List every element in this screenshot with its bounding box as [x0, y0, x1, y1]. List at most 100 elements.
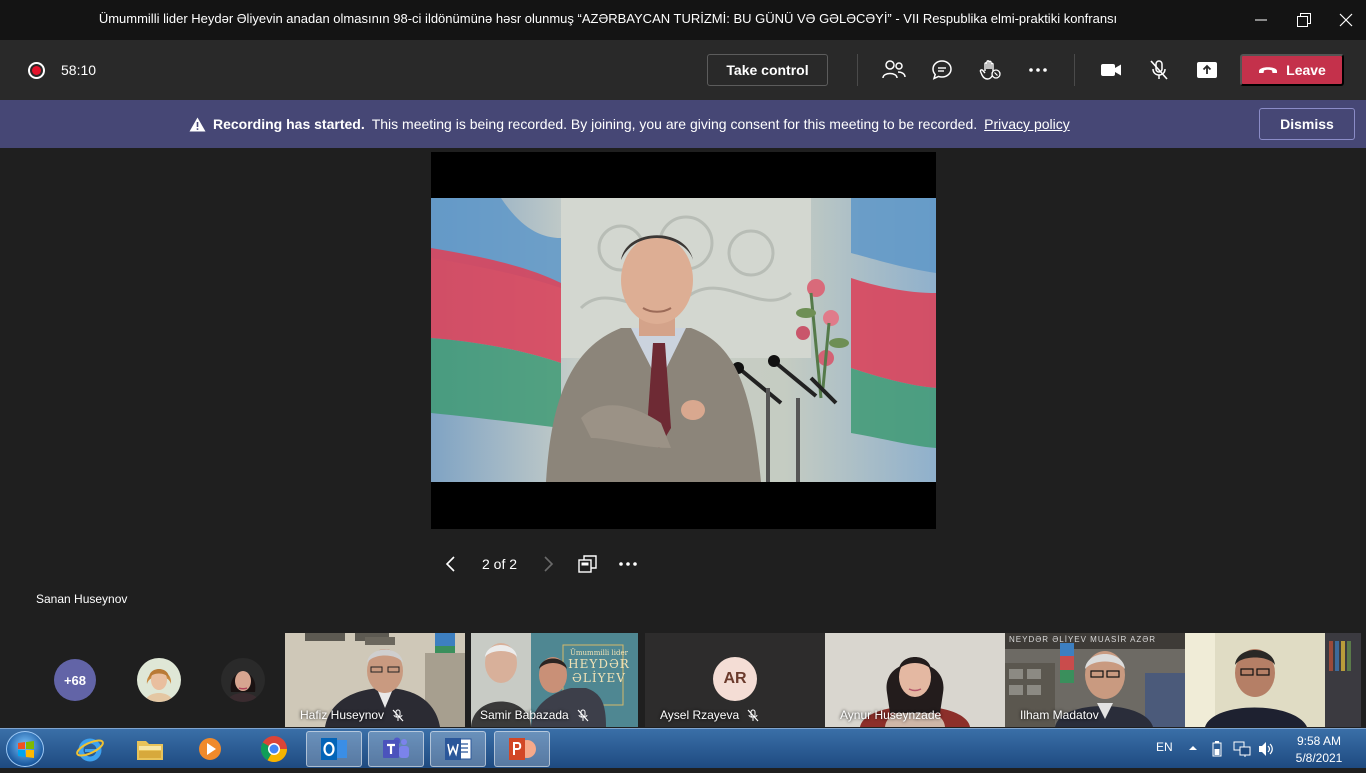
- participant-tile[interactable]: Ümummilli lider HEYDƏR ƏLİYEV Samir Baba…: [471, 633, 638, 727]
- internet-explorer-taskbar-button[interactable]: [62, 731, 118, 767]
- book-cover-text: Ümummilli lider HEYDƏR ƏLİYEV: [568, 649, 630, 685]
- more-icon: [1029, 68, 1047, 72]
- participant-name: Aysel Rzayeva: [660, 708, 759, 722]
- camera-button[interactable]: [1097, 56, 1125, 84]
- raise-hand-button[interactable]: [976, 56, 1004, 84]
- windows-logo-icon: [18, 741, 34, 758]
- media-player-taskbar-button[interactable]: [182, 731, 238, 767]
- meeting-toolbar: 58:10 Take control Leave: [0, 40, 1366, 100]
- pop-out-icon: [578, 555, 597, 573]
- speaker-video-image: [431, 198, 936, 482]
- outlook-icon: [321, 738, 347, 760]
- participant-tile[interactable]: [1185, 633, 1361, 727]
- previous-page-button[interactable]: [443, 552, 459, 576]
- volume-icon[interactable]: [1258, 741, 1274, 757]
- microphone-muted-icon: [577, 709, 589, 721]
- clock-date[interactable]: 5/8/2021: [1289, 751, 1349, 765]
- clock-time[interactable]: 9:58 AM: [1289, 734, 1349, 748]
- page-indicator: 2 of 2: [482, 556, 518, 572]
- next-page-button[interactable]: [540, 552, 556, 576]
- shared-content: [431, 152, 936, 529]
- avatar[interactable]: [137, 658, 181, 702]
- chrome-taskbar-button[interactable]: [246, 731, 302, 767]
- participant-name: Hafiz Huseynov: [300, 708, 404, 722]
- minimize-button[interactable]: [1246, 8, 1276, 32]
- take-control-button[interactable]: Take control: [707, 54, 828, 86]
- leave-button[interactable]: Leave: [1240, 54, 1344, 86]
- folder-icon: [137, 741, 163, 760]
- participant-avatar-image: [221, 658, 265, 702]
- participant-tile[interactable]: Aynur Huseynzade: [825, 633, 1005, 727]
- maximize-button[interactable]: [1289, 8, 1319, 32]
- microphone-muted-icon: [1150, 60, 1168, 80]
- banner-text: This meeting is being recorded. By joini…: [371, 116, 978, 132]
- more-actions-button[interactable]: [1024, 56, 1052, 84]
- chat-button[interactable]: [928, 56, 956, 84]
- toolbar-divider: [1074, 54, 1075, 86]
- microphone-button[interactable]: [1145, 56, 1173, 84]
- participant-name: Samir Babazada: [480, 708, 589, 722]
- participant-tile[interactable]: NEYDƏR ƏLİYEV MUASİR AZƏR Ilham Madatov: [1005, 633, 1185, 727]
- recording-icon: [28, 62, 45, 79]
- shared-video-frame: [431, 198, 936, 482]
- avatar-initials: AR: [713, 657, 757, 701]
- hang-up-icon: [1259, 67, 1278, 73]
- more-participants-badge[interactable]: +68: [54, 659, 96, 701]
- word-taskbar-button[interactable]: [430, 731, 486, 767]
- banner-title: Recording has started.: [213, 116, 365, 132]
- internet-explorer-icon: [76, 738, 104, 762]
- microphone-muted-icon: [747, 709, 759, 721]
- raise-hand-icon: [979, 60, 1001, 80]
- participant-tile[interactable]: AR Aysel Rzayeva: [645, 633, 825, 727]
- word-icon: [445, 738, 472, 760]
- participant-avatar-image: [137, 658, 181, 702]
- chat-icon: [932, 60, 952, 80]
- camera-icon: [1101, 64, 1121, 76]
- teams-icon: [383, 737, 409, 758]
- battery-icon[interactable]: [1211, 741, 1223, 757]
- share-tray-icon: [1197, 62, 1217, 78]
- participant-tile[interactable]: Hafiz Huseynov: [285, 633, 465, 727]
- minimize-icon: [1255, 19, 1267, 21]
- close-button[interactable]: [1331, 8, 1361, 32]
- chevron-left-icon: [445, 556, 455, 572]
- show-hidden-icons-icon[interactable]: [1188, 745, 1198, 751]
- file-explorer-taskbar-button[interactable]: [122, 731, 178, 767]
- leave-label: Leave: [1286, 62, 1326, 78]
- teams-taskbar-button[interactable]: [368, 731, 424, 767]
- windows-taskbar: EN 9:58 AM 5/8/2021: [0, 728, 1366, 768]
- participants-button[interactable]: [880, 56, 908, 84]
- title-bar: Ümummilli lider Heydər Əliyevin anadan o…: [0, 0, 1366, 40]
- share-button[interactable]: [1193, 56, 1221, 84]
- powerpoint-taskbar-button[interactable]: [494, 731, 550, 767]
- background-banner-text: NEYDƏR ƏLİYEV MUASİR AZƏR: [1009, 635, 1157, 644]
- microphone-muted-icon: [392, 709, 404, 721]
- privacy-policy-link[interactable]: Privacy policy: [984, 116, 1070, 132]
- meeting-timer: 58:10: [61, 62, 97, 78]
- participant-name: Ilham Madatov: [1020, 708, 1099, 722]
- avatar[interactable]: [221, 658, 265, 702]
- powerpoint-icon: [509, 738, 536, 760]
- pop-out-button[interactable]: [578, 552, 598, 576]
- stage-more-button[interactable]: [618, 552, 638, 576]
- participant-video-image: [1185, 633, 1361, 727]
- restore-icon: [1297, 13, 1311, 27]
- dismiss-button[interactable]: Dismiss: [1259, 108, 1355, 140]
- chrome-icon: [260, 736, 288, 763]
- recording-banner: Recording has started. This meeting is b…: [0, 100, 1366, 148]
- close-icon: [1339, 13, 1353, 27]
- warning-icon: [189, 117, 206, 131]
- banner-message: Recording has started. This meeting is b…: [189, 116, 1070, 132]
- participant-name: Aynur Huseynzade: [840, 708, 942, 722]
- language-indicator[interactable]: EN: [1156, 740, 1173, 754]
- network-icon[interactable]: [1233, 741, 1251, 757]
- more-icon: [619, 562, 637, 566]
- outlook-taskbar-button[interactable]: [306, 731, 362, 767]
- participants-icon: [882, 60, 906, 79]
- toolbar-divider: [857, 54, 858, 86]
- presenter-name: Sanan Huseynov: [36, 592, 128, 606]
- start-button[interactable]: [6, 731, 44, 767]
- chevron-right-icon: [544, 556, 554, 572]
- media-player-icon: [199, 738, 221, 760]
- window-title: Ümummilli lider Heydər Əliyevin anadan o…: [98, 11, 1118, 26]
